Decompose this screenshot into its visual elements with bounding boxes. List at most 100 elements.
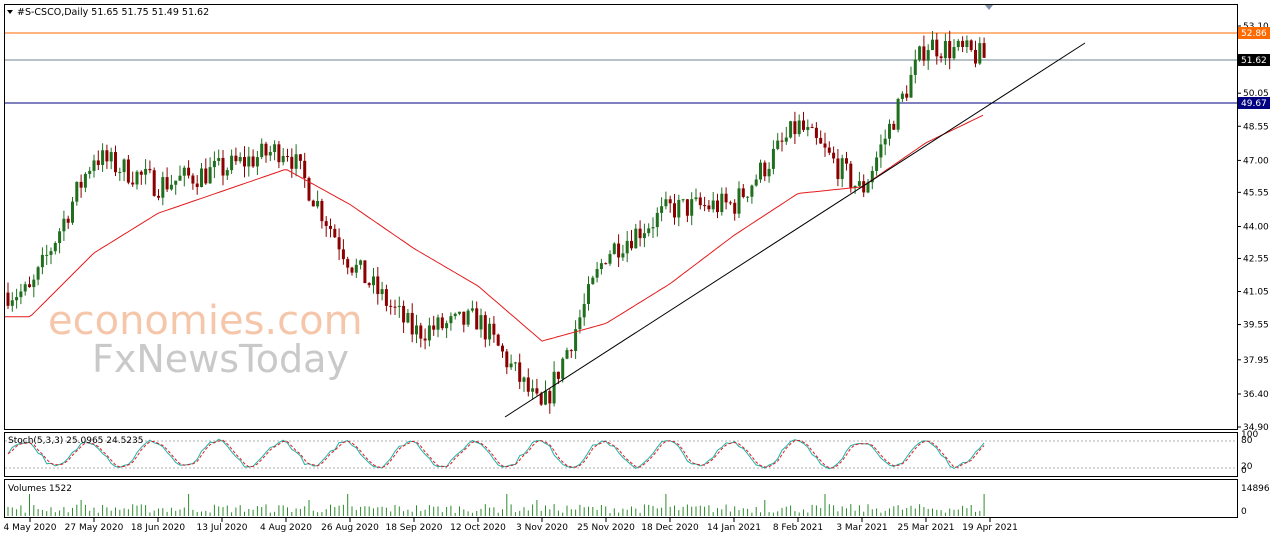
candle-body (685, 199, 689, 216)
candle-body (410, 312, 414, 335)
candle-body (952, 47, 956, 59)
candle-body (169, 184, 173, 190)
candle-body (647, 228, 651, 234)
price-tick-label: 39.55 (1243, 321, 1269, 331)
candle-body (578, 317, 582, 330)
symbol-header: #S-CSCO,Daily 51.65 51.75 51.49 51.62 (17, 7, 209, 18)
candle-body (445, 323, 449, 329)
candle-body (372, 276, 375, 286)
stoch-panel-frame (4, 432, 1238, 477)
candle-body (754, 179, 758, 186)
candle-body (591, 277, 595, 285)
candle-body (402, 305, 406, 323)
candle-body (337, 237, 341, 250)
candle-body (638, 228, 642, 239)
candle-body (883, 138, 887, 145)
candle-body (303, 160, 307, 178)
candle-body (449, 316, 453, 324)
candle-body (526, 377, 530, 392)
candle-body (350, 267, 354, 273)
candle-body (122, 159, 126, 173)
candle-body (88, 170, 92, 174)
candle-body (896, 98, 900, 130)
candle-body (840, 158, 844, 179)
candle-body (595, 269, 599, 278)
price-chart[interactable]: economies.com FxNewsToday #S-CSCO,Daily … (0, 0, 1280, 540)
candle-body (415, 325, 418, 335)
candle-body (888, 123, 891, 139)
candle-body (264, 143, 268, 156)
candle-body (728, 202, 732, 204)
candle-body (165, 177, 169, 190)
candle-body (225, 170, 229, 176)
candle-body (204, 168, 208, 184)
candle-body (466, 310, 470, 325)
candle-body (320, 200, 324, 222)
candle-body (32, 279, 36, 288)
candle-body (630, 240, 633, 249)
candle-body (552, 371, 556, 404)
candle-body (720, 193, 724, 213)
current-price-tag: 51.62 (1241, 56, 1267, 66)
candle-body (982, 43, 986, 58)
price-tick-label: 36.40 (1243, 390, 1269, 400)
candle-body (531, 388, 535, 392)
candle-body (660, 206, 664, 213)
candle-body (939, 56, 943, 59)
candle-body (367, 283, 371, 286)
candle-body (668, 199, 672, 204)
candle-body (423, 338, 427, 341)
candle-body (771, 148, 775, 169)
candle-body (604, 263, 608, 265)
candle-body (587, 284, 590, 304)
candle-body (737, 188, 741, 214)
candle-body (797, 120, 801, 135)
candle-body (900, 93, 904, 99)
time-tick-label: 18 Jun 2020 (131, 523, 185, 533)
candle-body (393, 306, 397, 308)
price-tick-label: 44.00 (1243, 223, 1269, 233)
stoch-tick-label: 80 (1241, 436, 1253, 446)
candle-body (200, 168, 203, 188)
candle-body (763, 162, 767, 177)
candle-body (92, 160, 96, 171)
candle-body (827, 147, 831, 153)
candle-body (832, 152, 836, 159)
candle-body (501, 345, 504, 352)
candle-body (23, 284, 27, 292)
support-tag: 49.67 (1241, 99, 1267, 109)
candle-body (208, 167, 212, 184)
candle-body (109, 152, 113, 162)
candle-body (58, 231, 62, 244)
candle-body (255, 157, 259, 167)
candle-body (509, 363, 513, 368)
candle-body (436, 317, 440, 330)
candle-body (105, 150, 109, 162)
candle-body (475, 308, 479, 330)
candle-body (845, 158, 848, 164)
candle-body (513, 362, 517, 364)
time-tick-label: 3 Mar 2021 (836, 523, 887, 533)
resistance-tag: 52.86 (1241, 29, 1267, 39)
candle-body (724, 193, 728, 203)
candle-body (182, 167, 186, 176)
candle-body (333, 228, 337, 238)
candle-body (716, 200, 719, 213)
candle-body (565, 350, 569, 359)
candle-body (234, 155, 238, 162)
time-tick-label: 14 Jan 2021 (707, 523, 761, 533)
candle-body (969, 40, 973, 50)
candle-body (247, 156, 251, 167)
time-tick-label: 18 Dec 2020 (641, 523, 699, 533)
candle-body (518, 362, 522, 382)
candle-body (561, 358, 565, 379)
candle-body (359, 260, 363, 265)
candle-body (101, 150, 105, 165)
candle-body (161, 177, 165, 198)
candle-body (139, 171, 143, 175)
candle-body (892, 123, 896, 130)
candle-body (582, 303, 586, 318)
candle-body (931, 39, 934, 51)
candle-body (522, 377, 526, 382)
candle-body (458, 311, 461, 314)
